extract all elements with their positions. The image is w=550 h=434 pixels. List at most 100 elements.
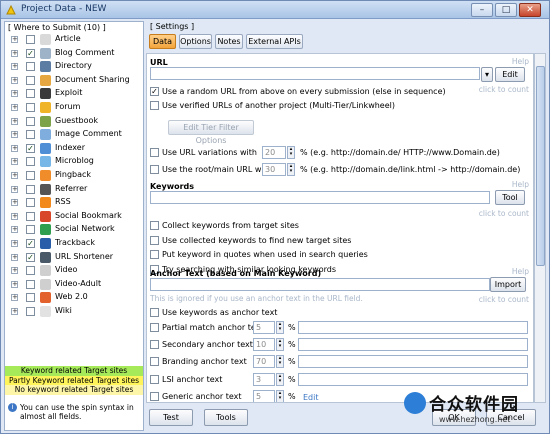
expand-icon[interactable]: + <box>11 171 18 179</box>
engine-item-referrer[interactable]: + Referrer <box>5 183 143 197</box>
tools-button[interactable]: Tools <box>204 409 248 426</box>
expand-icon[interactable]: + <box>11 76 18 84</box>
engine-checkbox[interactable] <box>26 35 35 44</box>
keywords-tool-button[interactable]: Tool <box>495 190 525 205</box>
expand-icon[interactable]: + <box>11 144 18 152</box>
engine-item-video[interactable]: + Video <box>5 264 143 278</box>
engine-checkbox[interactable]: ✓ <box>26 48 35 58</box>
engine-item-web-2-0[interactable]: + Web 2.0 <box>5 291 143 305</box>
engine-item-indexer[interactable]: + ✓ Indexer <box>5 142 143 156</box>
expand-icon[interactable]: + <box>11 131 18 139</box>
anchor-row-checkbox[interactable] <box>150 374 159 384</box>
anchor-row-value[interactable]: 5 <box>253 321 275 334</box>
test-button[interactable]: Test <box>149 409 193 426</box>
anchor-row-input[interactable] <box>298 338 528 352</box>
edit-tier-filter-button[interactable]: Edit Tier Filter Options <box>168 120 254 145</box>
tab-options[interactable]: Options <box>179 34 212 49</box>
engine-checkbox[interactable] <box>26 89 35 99</box>
engine-checkbox[interactable] <box>26 198 35 208</box>
engine-checkbox[interactable] <box>26 62 35 72</box>
random-url-checkbox[interactable]: ✓ <box>150 87 159 96</box>
engine-item-video-adult[interactable]: + Video-Adult <box>5 278 143 292</box>
engine-item-exploit[interactable]: + Exploit <box>5 87 143 101</box>
anchor-keywords-checkbox[interactable] <box>150 308 159 317</box>
url-dropdown-button[interactable]: ▾ <box>481 67 493 82</box>
engine-checkbox[interactable]: ✓ <box>26 252 35 262</box>
engine-checkbox[interactable]: ✓ <box>26 238 35 248</box>
expand-icon[interactable]: + <box>11 239 18 247</box>
expand-icon[interactable]: + <box>11 307 18 315</box>
expand-icon[interactable]: + <box>11 212 18 220</box>
engine-item-microblog[interactable]: + Microblog <box>5 155 143 169</box>
engine-item-forum[interactable]: + Forum <box>5 101 143 115</box>
anchor-row-input[interactable] <box>298 355 528 369</box>
engine-item-trackback[interactable]: + ✓ Trackback <box>5 237 143 251</box>
anchor-row-value[interactable]: 70 <box>253 355 275 369</box>
engine-item-url-shortener[interactable]: + ✓ URL Shortener <box>5 251 143 265</box>
engine-checkbox[interactable]: ✓ <box>26 143 35 153</box>
url-help-link[interactable]: Help <box>512 57 529 66</box>
anchor-row-spinner[interactable]: ▴ ▾ <box>276 321 284 334</box>
engine-checkbox[interactable] <box>26 211 35 221</box>
root-url-value[interactable]: 30 <box>262 163 286 176</box>
anchor-row-checkbox[interactable] <box>150 340 159 350</box>
close-button[interactable]: ✕ <box>519 3 541 17</box>
anchor-row-input[interactable] <box>298 321 528 334</box>
expand-icon[interactable]: + <box>11 294 18 302</box>
engine-checkbox[interactable] <box>26 306 35 316</box>
root-url-spinner[interactable]: ▴ ▾ <box>287 163 295 176</box>
root-url-checkbox[interactable] <box>150 165 159 174</box>
engine-checkbox[interactable] <box>26 293 35 303</box>
tab-external-apis[interactable]: External APIs <box>246 34 303 49</box>
expand-icon[interactable]: + <box>11 90 18 98</box>
maximize-button[interactable]: □ <box>495 3 517 17</box>
url-click-to-count[interactable]: click to count <box>479 85 529 94</box>
anchor-import-button[interactable]: Import <box>490 277 526 292</box>
anchor-row-checkbox[interactable] <box>150 323 159 332</box>
url-edit-button[interactable]: Edit <box>495 67 525 82</box>
keyword-option-checkbox[interactable] <box>150 221 159 230</box>
scroll-thumb[interactable] <box>536 66 545 266</box>
engine-checkbox[interactable] <box>26 225 35 235</box>
engine-checkbox[interactable] <box>26 102 35 112</box>
engine-item-rss[interactable]: + RSS <box>5 196 143 210</box>
engine-checkbox[interactable] <box>26 116 35 126</box>
keyword-option-checkbox[interactable] <box>150 250 159 259</box>
url-input[interactable] <box>150 67 480 80</box>
engine-checkbox[interactable] <box>26 170 35 180</box>
anchor-row-spinner[interactable]: ▴ ▾ <box>276 338 284 352</box>
settings-scrollbar[interactable] <box>534 53 546 403</box>
engine-checkbox[interactable] <box>26 184 35 194</box>
anchor-row-value[interactable]: 10 <box>253 338 275 352</box>
verified-urls-checkbox[interactable] <box>150 101 159 110</box>
engine-checkbox[interactable] <box>26 266 35 276</box>
anchor-text-input[interactable] <box>150 278 490 291</box>
anchor-help-link[interactable]: Help <box>512 267 529 276</box>
anchor-row-checkbox[interactable] <box>150 391 159 401</box>
engine-item-image-comment[interactable]: + Image Comment <box>5 128 143 142</box>
url-variations-spinner[interactable]: ▴ ▾ <box>287 146 295 159</box>
anchor-row-spinner[interactable]: ▴ ▾ <box>276 372 284 386</box>
expand-icon[interactable]: + <box>11 36 18 43</box>
anchor-row-checkbox[interactable] <box>150 357 159 367</box>
anchor-row-spinner[interactable]: ▴ ▾ <box>276 355 284 369</box>
engine-item-guestbook[interactable]: + Guestbook <box>5 115 143 129</box>
anchor-row-value[interactable]: 5 <box>253 389 275 402</box>
keywords-click-to-count[interactable]: click to count <box>479 209 529 218</box>
engine-item-blog-comment[interactable]: + ✓ Blog Comment <box>5 47 143 61</box>
engine-item-document-sharing[interactable]: + Document Sharing <box>5 74 143 88</box>
url-variations-checkbox[interactable] <box>150 148 159 157</box>
expand-icon[interactable]: + <box>11 280 18 288</box>
anchor-row-spinner[interactable]: ▴ ▾ <box>276 389 284 402</box>
url-variations-value[interactable]: 20 <box>262 146 286 159</box>
expand-icon[interactable]: + <box>11 63 18 71</box>
anchor-row-input[interactable] <box>298 372 528 386</box>
keywords-help-link[interactable]: Help <box>512 180 529 189</box>
tab-notes[interactable]: Notes <box>215 34 243 49</box>
anchor-row-value[interactable]: 3 <box>253 372 275 386</box>
anchor-edit-link[interactable]: Edit <box>303 393 319 402</box>
engine-item-wiki[interactable]: + Wiki <box>5 305 143 319</box>
expand-icon[interactable]: + <box>11 158 18 166</box>
engine-checkbox[interactable] <box>26 75 35 85</box>
expand-icon[interactable]: + <box>11 199 18 207</box>
